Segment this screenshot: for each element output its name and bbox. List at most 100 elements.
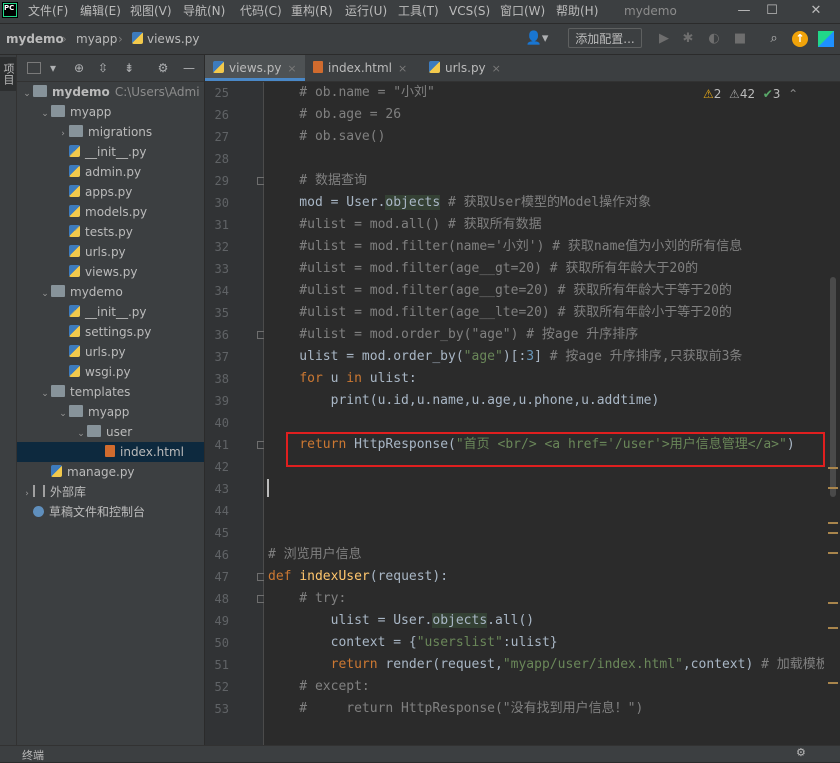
warning-marker[interactable] xyxy=(828,522,838,524)
menu-item-8[interactable]: VCS(S) xyxy=(449,3,490,19)
menu-item-3[interactable]: 导航(N) xyxy=(183,3,225,19)
update-icon[interactable]: ↑ xyxy=(792,31,808,47)
python-file-icon xyxy=(69,305,80,317)
tree-file[interactable]: index.html xyxy=(17,442,204,462)
hide-icon[interactable]: — xyxy=(181,60,197,76)
tree-folder[interactable]: ⌄ mydemo xyxy=(17,282,204,302)
tree-file[interactable]: models.py xyxy=(17,202,204,222)
tree-file[interactable]: urls.py xyxy=(17,242,204,262)
line-number: 39 xyxy=(214,394,229,408)
tree-file[interactable]: tests.py xyxy=(17,222,204,242)
chevron-up-icon[interactable]: ⌃ xyxy=(788,87,798,101)
locate-icon[interactable]: ⊕ xyxy=(71,60,87,76)
coverage-icon[interactable]: ◐ xyxy=(706,31,722,47)
annotation-highlight-box xyxy=(286,432,825,467)
python-file-icon xyxy=(132,32,143,44)
close-tab-icon[interactable]: × xyxy=(492,62,501,75)
scrollbar-thumb[interactable] xyxy=(830,277,836,497)
breadcrumb-file[interactable]: views.py xyxy=(132,31,199,47)
menu-item-10[interactable]: 帮助(H) xyxy=(556,3,598,19)
dropdown-icon[interactable]: ▾ xyxy=(45,60,61,76)
search-icon[interactable]: ⌕ xyxy=(766,31,782,47)
menu-item-1[interactable]: 编辑(E) xyxy=(80,3,121,19)
tree-file[interactable]: views.py xyxy=(17,262,204,282)
tree-file[interactable]: apps.py xyxy=(17,182,204,202)
code-token: # 获取User模型的Model操作对象 xyxy=(440,195,652,210)
expand-all-icon[interactable]: ⇳ xyxy=(95,60,111,76)
code-token: mod = User. xyxy=(268,195,386,210)
tree-folder[interactable]: ⌄ mydemo C:\Users\Admi xyxy=(17,82,204,102)
maximize-button[interactable]: ☐ xyxy=(752,0,792,23)
python-file-icon xyxy=(69,205,80,217)
menu-item-4[interactable]: 代码(C) xyxy=(240,3,282,19)
tree-folder[interactable]: ⌄ myapp xyxy=(17,102,204,122)
menu-item-7[interactable]: 工具(T) xyxy=(398,3,439,19)
menu-item-5[interactable]: 重构(R) xyxy=(291,3,333,19)
chevron-right-icon[interactable]: › xyxy=(21,484,33,504)
close-tab-icon[interactable]: × xyxy=(287,62,296,75)
menu-item-2[interactable]: 视图(V) xyxy=(130,3,172,19)
breadcrumb-folder[interactable]: myapp xyxy=(76,31,117,47)
settings-icon[interactable]: ⚙ xyxy=(796,746,806,759)
editor-tab[interactable]: views.py × xyxy=(205,55,305,81)
tree-file[interactable]: __init__.py xyxy=(17,142,204,162)
collapse-all-icon[interactable]: ⇟ xyxy=(121,60,137,76)
project-tool-tab[interactable]: 项目 xyxy=(0,57,16,91)
chevron-down-icon[interactable]: ⌄ xyxy=(21,84,33,104)
tree-file[interactable]: __init__.py xyxy=(17,302,204,322)
chevron-right-icon[interactable]: › xyxy=(57,124,69,144)
tree-file[interactable]: wsgi.py xyxy=(17,362,204,382)
chevron-down-icon[interactable]: ⌄ xyxy=(75,424,87,444)
code-token: # try: xyxy=(268,591,347,606)
tree-external-libraries[interactable]: › 外部库 xyxy=(17,482,204,502)
editor-scrollbar[interactable] xyxy=(826,82,840,745)
tree-file[interactable]: settings.py xyxy=(17,322,204,342)
warning-marker[interactable] xyxy=(828,487,838,489)
editor-tab[interactable]: index.html × xyxy=(305,55,415,81)
code-editor[interactable]: # ob.name = "小刘" # ob.age = 26 # ob.save… xyxy=(264,82,824,745)
debug-icon[interactable]: ✱ xyxy=(680,31,696,47)
breadcrumb-project[interactable]: mydemo xyxy=(6,31,64,47)
menu-item-6[interactable]: 运行(U) xyxy=(345,3,387,19)
tree-scratches[interactable]: 草稿文件和控制台 xyxy=(17,502,204,522)
menu-item-0[interactable]: 文件(F) xyxy=(28,3,68,19)
menu-item-9[interactable]: 窗口(W) xyxy=(500,3,545,19)
tree-file[interactable]: manage.py xyxy=(17,462,204,482)
code-token: context = { xyxy=(268,635,417,650)
warning-marker[interactable] xyxy=(828,627,838,629)
gear-icon[interactable]: ⚙ xyxy=(155,60,171,76)
folder-icon xyxy=(69,405,83,417)
inspection-widget[interactable]: ⚠2 ⚠42 ✔3 ⌃ xyxy=(703,85,798,103)
tree-file[interactable]: admin.py xyxy=(17,162,204,182)
warning-marker[interactable] xyxy=(828,602,838,604)
tree-item-label: mydemo xyxy=(70,285,123,299)
stop-icon[interactable]: ■ xyxy=(732,31,748,47)
warning-marker[interactable] xyxy=(828,467,838,469)
close-button[interactable]: ✕ xyxy=(796,0,836,23)
user-icon[interactable]: 👤▾ xyxy=(524,31,550,47)
warning-marker[interactable] xyxy=(828,682,838,684)
tree-folder[interactable]: › migrations xyxy=(17,122,204,142)
tree-folder[interactable]: ⌄ user xyxy=(17,422,204,442)
line-number: 50 xyxy=(214,636,229,650)
warning-marker[interactable] xyxy=(828,552,838,554)
run-icon[interactable]: ▶ xyxy=(656,31,672,47)
ide-logo-icon[interactable] xyxy=(818,31,834,47)
code-token: #ulist = mod.filter(age__gte=20) # 获取所有年… xyxy=(268,283,732,298)
editor-tab[interactable]: urls.py × xyxy=(421,55,509,81)
add-configuration-button[interactable]: 添加配置... xyxy=(568,28,642,48)
chevron-down-icon[interactable]: ⌄ xyxy=(39,284,51,304)
line-number: 53 xyxy=(214,702,229,716)
chevron-down-icon[interactable]: ⌄ xyxy=(57,404,69,424)
tree-folder[interactable]: ⌄ myapp xyxy=(17,402,204,422)
tree-folder[interactable]: ⌄ templates xyxy=(17,382,204,402)
project-view-icon[interactable] xyxy=(27,62,41,74)
chevron-down-icon[interactable]: ⌄ xyxy=(39,384,51,404)
chevron-down-icon[interactable]: ⌄ xyxy=(39,104,51,124)
folder-icon xyxy=(87,425,101,437)
tree-file[interactable]: urls.py xyxy=(17,342,204,362)
close-tab-icon[interactable]: × xyxy=(398,62,407,75)
warning-marker[interactable] xyxy=(828,532,838,534)
code-token: print(u.id,u.name,u.age,u.phone,u.addtim… xyxy=(268,393,660,408)
